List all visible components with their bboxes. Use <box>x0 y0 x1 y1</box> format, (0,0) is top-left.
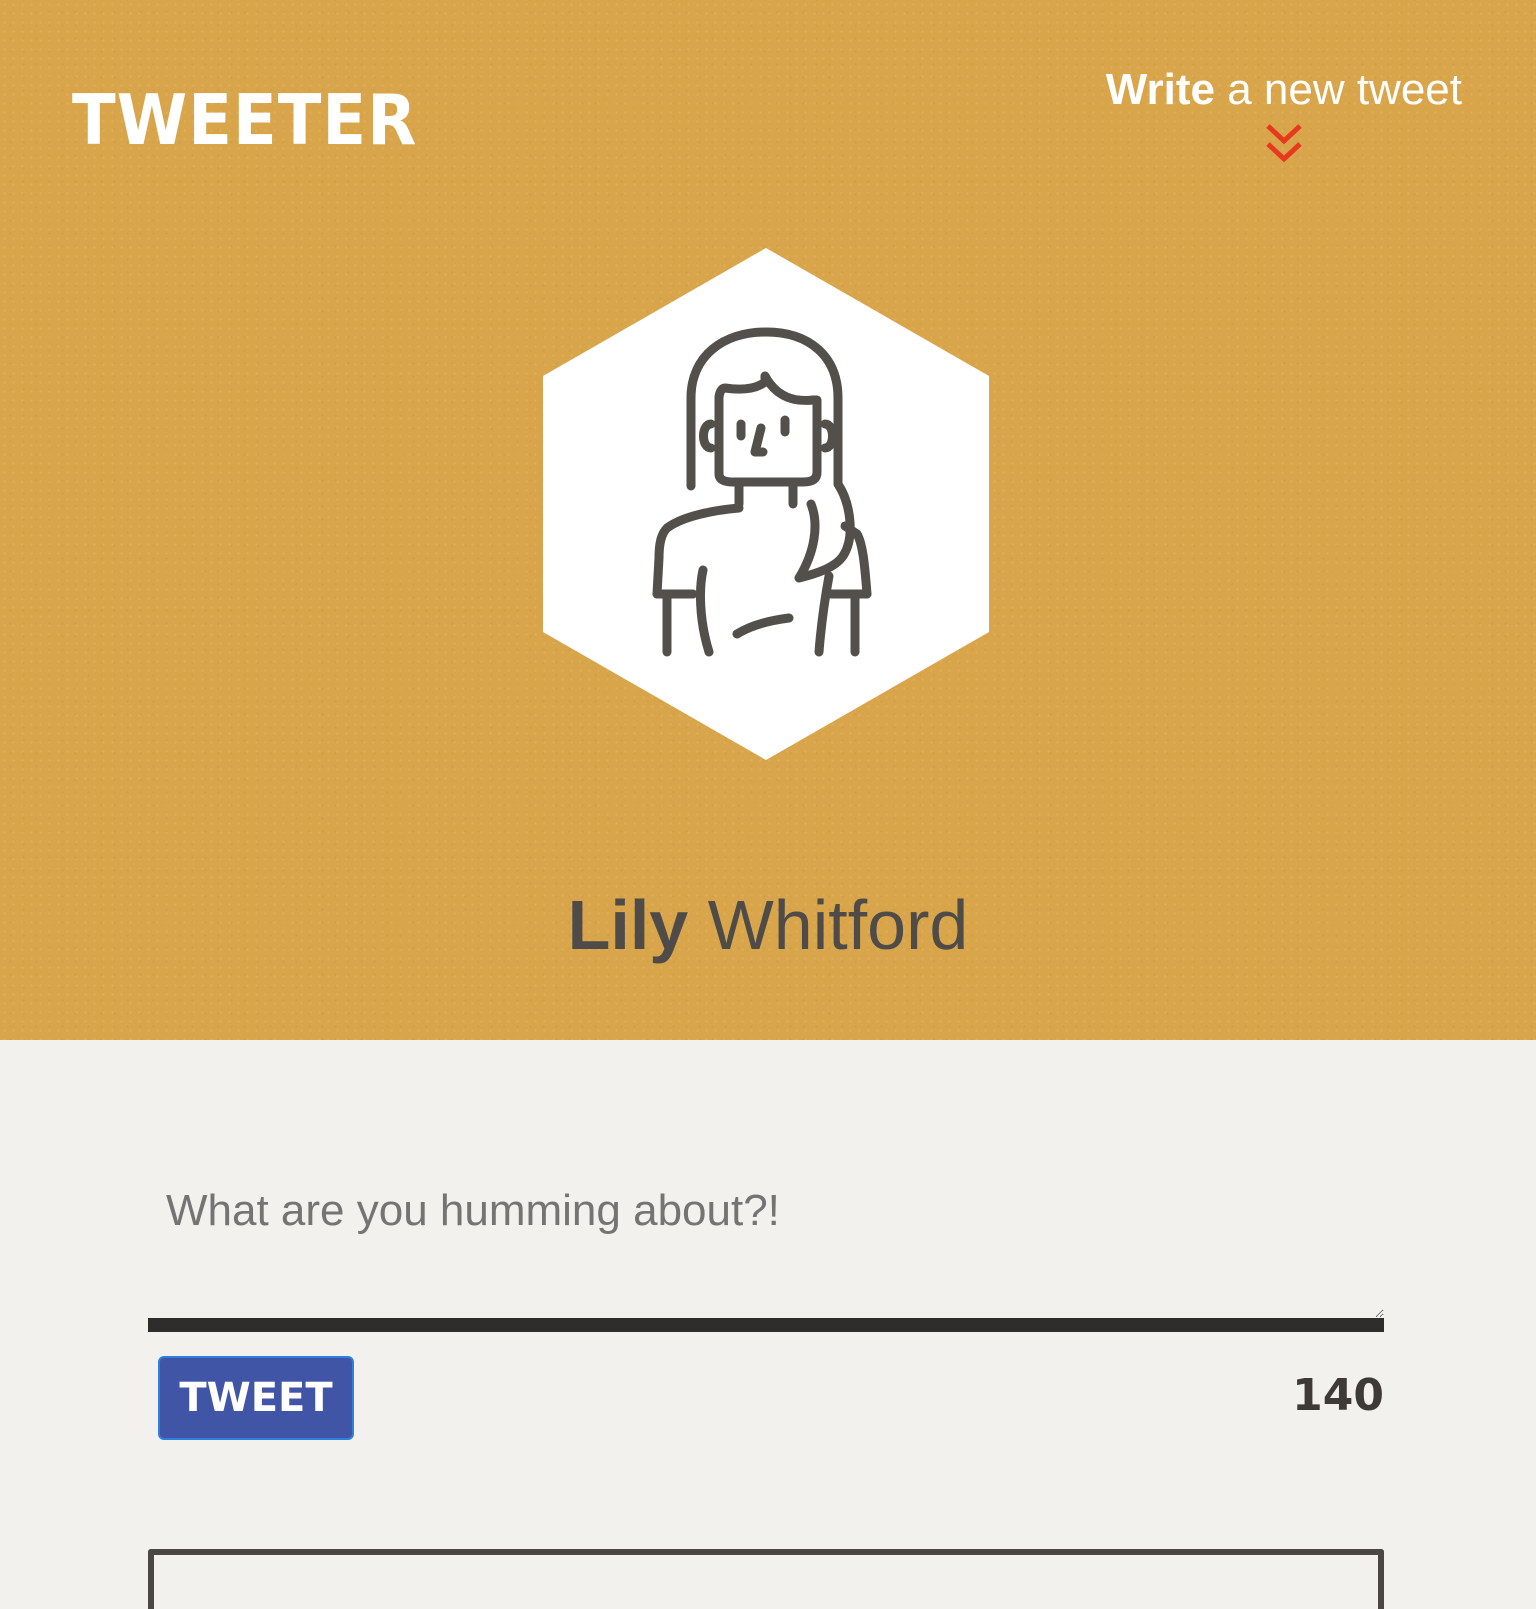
avatar-hexagon <box>543 248 989 760</box>
last-name: Whitford <box>707 886 969 964</box>
tweet-composer: TWEET 140 <box>148 1170 1384 1440</box>
first-name: Lily <box>567 886 689 964</box>
write-new-tweet-bold: Write <box>1105 65 1215 114</box>
profile-name: Lily Whitford <box>0 880 1536 970</box>
write-new-tweet-rest: a new tweet <box>1227 65 1462 114</box>
app-logo[interactable]: TWEETER <box>72 78 417 164</box>
write-new-tweet-label: Write a new tweet <box>1106 62 1462 118</box>
double-chevron-down-icon <box>1266 124 1302 163</box>
profile-header: TWEETER Write a new tweet Lily Whitford <box>0 0 1536 1040</box>
avatar <box>543 248 989 760</box>
write-new-tweet-link[interactable]: Write a new tweet <box>1106 62 1462 166</box>
tweet-textarea[interactable] <box>148 1170 1384 1332</box>
tweet-card <box>148 1549 1384 1609</box>
tweet-button[interactable]: TWEET <box>158 1356 354 1440</box>
character-counter: 140 <box>1292 1370 1384 1421</box>
